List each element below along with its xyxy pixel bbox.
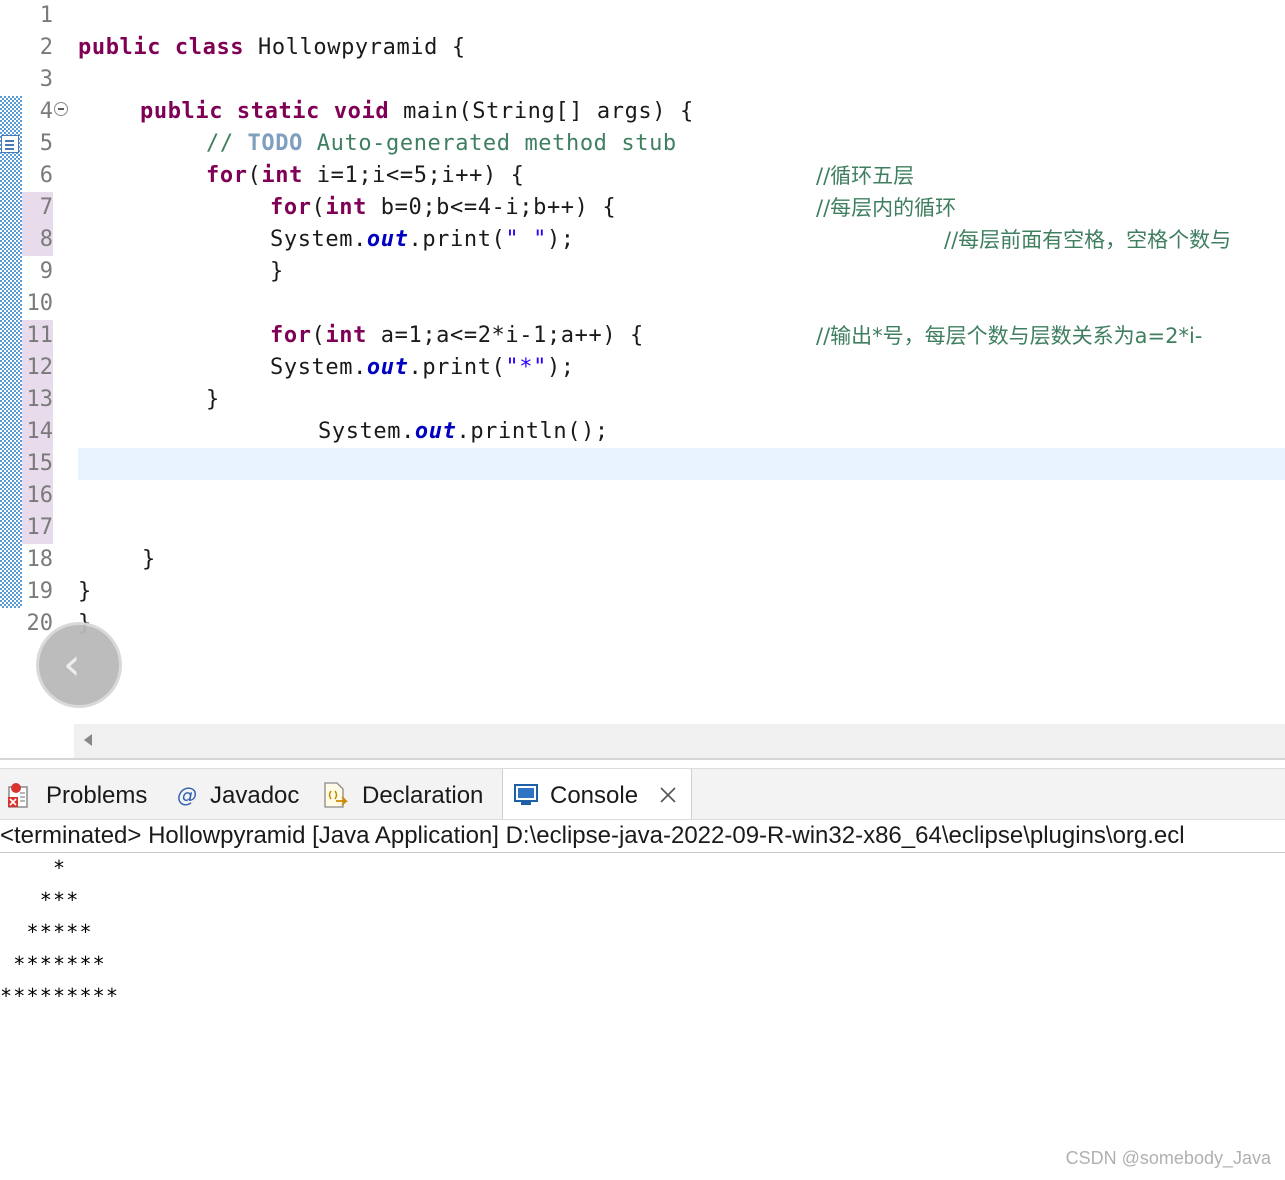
- tab-javadoc[interactable]: @ Javadoc: [168, 769, 310, 819]
- code-comment: //循环五层: [816, 164, 915, 188]
- javadoc-icon: @: [177, 783, 197, 807]
- collapse-fold-icon[interactable]: [54, 102, 68, 116]
- tab-label: Problems: [46, 782, 148, 809]
- overview-gutter-top: [0, 0, 22, 96]
- console-icon: [514, 784, 538, 805]
- line-number: 7: [22, 192, 53, 224]
- code-line: System.out.print(" ");: [270, 227, 575, 252]
- code-line: }: [78, 579, 92, 604]
- code-line: // TODO Auto-generated method stub: [206, 131, 677, 156]
- tab-label: Declaration: [362, 782, 484, 809]
- line-number: 13: [22, 384, 53, 416]
- line-number: 3: [39, 67, 53, 92]
- console-output-line: ***: [0, 888, 80, 912]
- console-output-line: *****: [0, 920, 93, 944]
- code-line: for(int i=1;i<=5;i++) {: [206, 163, 525, 188]
- console-output[interactable]: * *** ***** ******* *********: [0, 852, 1285, 1012]
- console-output-line: *********: [0, 984, 120, 1008]
- tab-label: Console: [550, 782, 639, 809]
- line-number: 11: [22, 320, 53, 352]
- tab-problems[interactable]: Problems: [0, 769, 160, 819]
- code-comment: //每层内的循环: [816, 196, 957, 220]
- horizontal-scrollbar[interactable]: [74, 724, 1285, 758]
- tab-label: Javadoc: [210, 782, 300, 809]
- code-line: public static void main(String[] args) {: [140, 99, 694, 124]
- line-number: 1: [39, 3, 53, 28]
- code-line: }: [270, 259, 284, 284]
- panel-divider[interactable]: [0, 758, 1285, 760]
- code-text-area[interactable]: public class Hollowpyramid { public stat…: [78, 0, 1285, 724]
- code-comment: //输出*号，每层个数与层数关系为a=2*i-: [816, 324, 1203, 348]
- line-number: 17: [22, 512, 53, 544]
- line-number: 2: [39, 35, 53, 60]
- console-status-line: <terminated> Hollowpyramid [Java Applica…: [0, 820, 1285, 853]
- line-number: 5: [39, 131, 53, 156]
- line-number: 6: [39, 163, 53, 188]
- code-line: System.out.println();: [318, 419, 609, 444]
- line-number: 18: [26, 547, 54, 572]
- code-line: for(int a=1;a<=2*i-1;a++) {: [270, 323, 644, 348]
- chevron-left-icon: ‹: [63, 639, 81, 690]
- line-number: 8: [22, 224, 53, 256]
- code-line: System.out.print("*");: [270, 355, 575, 380]
- code-line: }: [206, 387, 220, 412]
- close-icon[interactable]: [659, 786, 677, 804]
- line-number: 14: [22, 416, 53, 448]
- svg-text:@: @: [177, 783, 197, 807]
- task-marker-icon[interactable]: [1, 135, 19, 153]
- watermark: CSDN @somebody_Java: [1065, 1148, 1271, 1168]
- console-output-line: *: [0, 856, 67, 880]
- tab-declaration[interactable]: Declaration: [318, 769, 498, 819]
- scroll-left-arrow-icon[interactable]: [84, 734, 92, 746]
- problems-icon: [8, 783, 28, 808]
- back-navigation-button[interactable]: ‹: [36, 622, 122, 708]
- declaration-icon: [324, 782, 348, 808]
- code-line: public class Hollowpyramid {: [78, 35, 466, 60]
- line-number: 9: [39, 259, 53, 284]
- line-number: 19: [26, 579, 54, 604]
- code-line: for(int b=0;b<=4-i;b++) {: [270, 195, 617, 220]
- console-output-line: *******: [0, 952, 106, 976]
- line-number: 12: [22, 352, 53, 384]
- line-number: 4: [39, 99, 53, 124]
- overview-gutter-bottom: [0, 608, 22, 724]
- bottom-panel-tabbar: Problems @ Javadoc Declaration Console: [0, 768, 1285, 820]
- code-editor[interactable]: 1 2 3 4 5 6 7 8 9 10 11 12 13 14 15 16 1…: [0, 0, 1285, 724]
- tab-console[interactable]: Console: [502, 769, 692, 819]
- line-number: 16: [22, 480, 53, 512]
- code-line: }: [142, 547, 156, 572]
- code-comment: //每层前面有空格，空格个数与: [944, 228, 1232, 252]
- line-number: 10: [26, 291, 54, 316]
- line-number: 15: [22, 448, 53, 480]
- change-marker-gutter: [0, 96, 22, 608]
